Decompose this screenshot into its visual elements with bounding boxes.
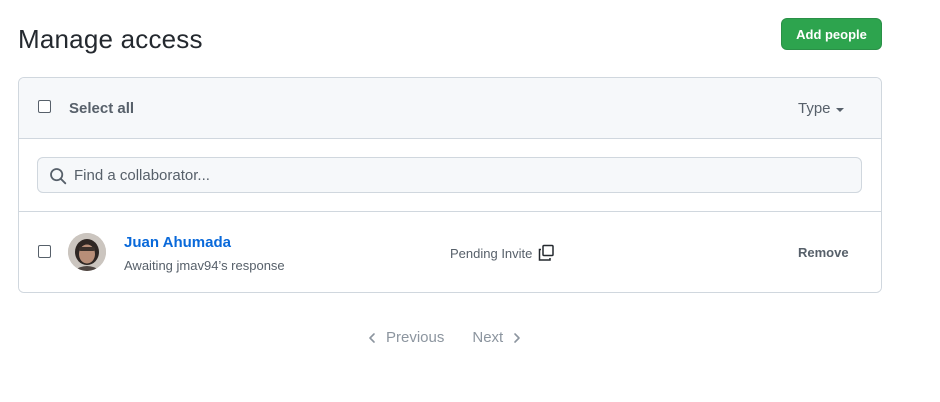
previous-label: Previous (386, 329, 445, 346)
panel-header: Select all Type (19, 78, 881, 139)
remove-button[interactable]: Remove (798, 245, 849, 260)
user-photo (68, 233, 106, 271)
pagination: Previous Next (366, 329, 523, 346)
search-icon (50, 168, 67, 185)
next-label: Next (472, 329, 504, 346)
select-all-label: Select all (69, 100, 135, 117)
caret-down-icon (835, 107, 844, 112)
member-row: Juan Ahumada Awaiting jmav94’s response … (19, 212, 881, 292)
chevron-right-icon (514, 332, 521, 343)
manage-access-page: Manage access Add people Select all Type (0, 0, 940, 402)
copy-icon[interactable] (537, 244, 555, 262)
member-status-text: Awaiting jmav94’s response (124, 258, 285, 273)
pending-invite-label: Pending Invite (450, 245, 533, 261)
search-section (19, 139, 881, 212)
select-all-checkbox[interactable] (38, 100, 51, 113)
type-filter-label: Type (798, 100, 831, 117)
search-input[interactable] (74, 159, 854, 191)
pending-invite-status: Pending Invite (450, 244, 555, 262)
member-name-link[interactable]: Juan Ahumada (124, 234, 231, 251)
member-checkbox[interactable] (38, 245, 51, 258)
previous-page-button[interactable]: Previous (366, 329, 444, 346)
next-page-button[interactable]: Next (472, 329, 523, 346)
avatar (68, 233, 106, 271)
page-title: Manage access (18, 24, 203, 54)
chevron-left-icon (369, 332, 375, 343)
add-people-button[interactable]: Add people (781, 18, 882, 50)
collaborators-panel: Select all Type Find a collaborator... J… (18, 77, 882, 293)
search-box (37, 157, 862, 193)
type-filter-dropdown[interactable]: Type (798, 100, 844, 117)
